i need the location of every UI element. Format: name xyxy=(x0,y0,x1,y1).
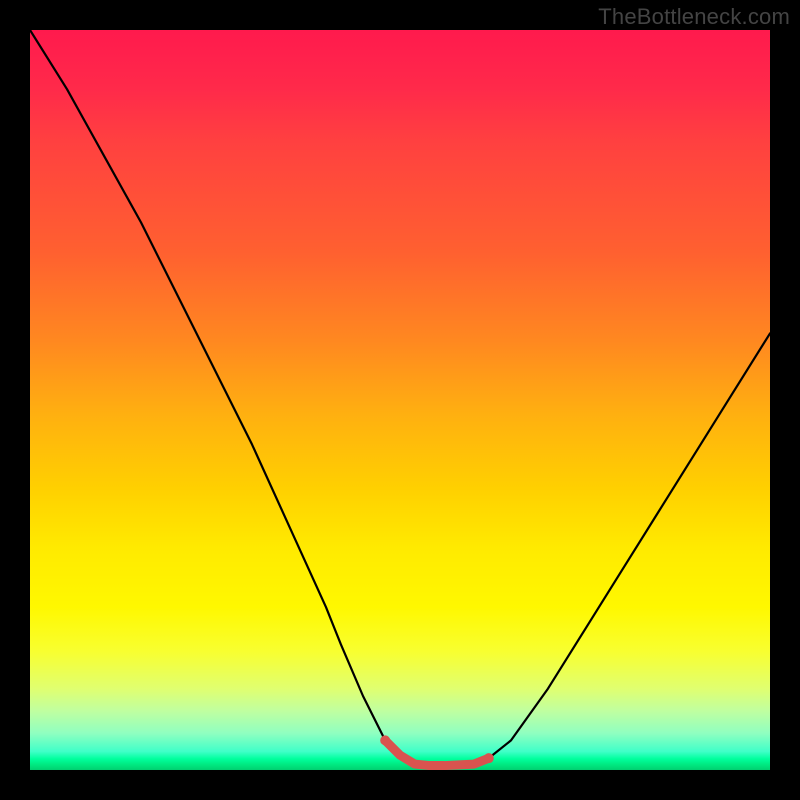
chart-highlight-dot-end xyxy=(484,753,494,763)
chart-highlight-dot-start xyxy=(380,735,390,745)
chart-svg xyxy=(30,30,770,770)
chart-curve-line xyxy=(30,30,770,766)
chart-plot-area xyxy=(30,30,770,770)
chart-highlight-valley xyxy=(385,740,489,765)
watermark-text: TheBottleneck.com xyxy=(598,4,790,30)
